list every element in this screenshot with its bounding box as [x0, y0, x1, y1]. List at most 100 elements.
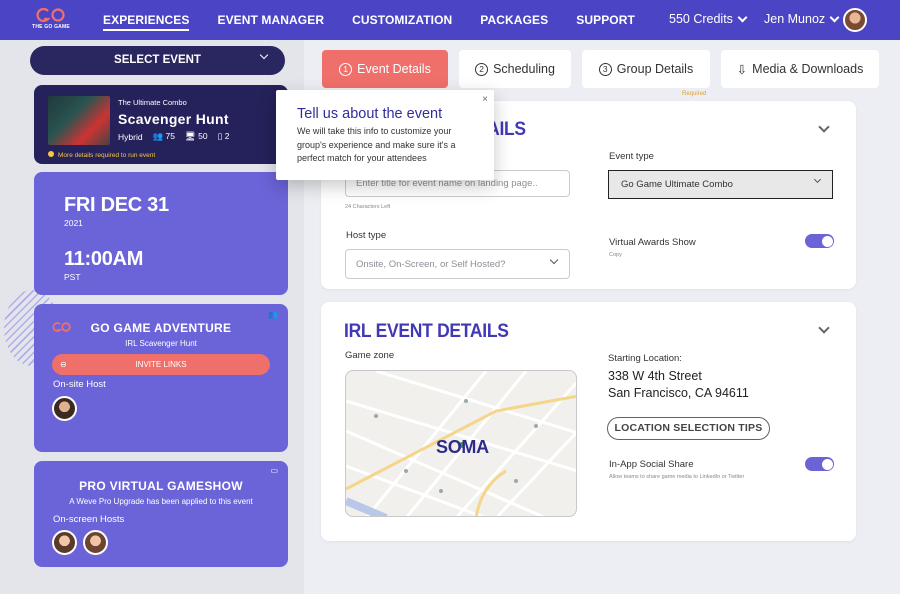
- go-game-logo[interactable]: THE GO GAME: [30, 7, 72, 35]
- nav-packages[interactable]: PACKAGES: [480, 13, 548, 31]
- chevron-down-icon: [813, 175, 822, 184]
- toggle-knob: [821, 458, 833, 470]
- chevron-down-icon: [737, 12, 748, 22]
- event-day: FRI DEC 31: [64, 194, 169, 216]
- step-number: 1: [339, 62, 353, 76]
- top-nav-bar: THE GO GAME EXPERIENCES EVENT MANAGER CU…: [0, 0, 900, 40]
- adventure-card[interactable]: 👥 GO GAME ADVENTURE IRL Scavenger Hunt ⊖…: [34, 304, 288, 452]
- chevron-down-icon[interactable]: [818, 322, 830, 334]
- nav-support[interactable]: SUPPORT: [576, 13, 635, 31]
- adventure-title: GO GAME ADVENTURE: [90, 321, 232, 335]
- people-icon: 👥: [152, 131, 164, 141]
- logo-text: THE GO GAME: [32, 24, 70, 30]
- host-label: On-site Host: [53, 379, 106, 390]
- chevron-down-icon: [829, 12, 840, 22]
- tab-label: Media & Downloads: [752, 62, 864, 76]
- zone-name: SOMA: [436, 437, 489, 457]
- warning-icon: [48, 151, 54, 157]
- event-thumbnail: [48, 96, 110, 145]
- tab-label: Scheduling: [493, 62, 555, 76]
- characters-left: 24 Characters Left: [345, 204, 391, 210]
- screens-count: 🖥 50: [185, 131, 208, 142]
- host-avatar[interactable]: [52, 396, 77, 421]
- rooms-count: ▯ 2: [218, 131, 230, 142]
- social-share-toggle[interactable]: [805, 457, 834, 471]
- screens-value: 50: [198, 131, 208, 141]
- required-note: Required: [682, 91, 707, 97]
- invite-links-button[interactable]: ⊖ INVITE LINKS: [52, 354, 270, 375]
- tab-group-details[interactable]: 3 Group Details: [582, 50, 710, 88]
- event-type-label: Event type: [609, 151, 654, 162]
- host-avatar[interactable]: [83, 530, 108, 555]
- chevron-down-icon: [549, 255, 559, 265]
- event-type-select[interactable]: Go Game Ultimate Combo: [608, 170, 833, 199]
- game-zone-map[interactable]: SOMA: [345, 370, 577, 517]
- toggle-knob: [821, 235, 833, 247]
- event-time: 11:00AM: [64, 248, 144, 270]
- chevron-down-icon: [259, 50, 269, 60]
- awards-sub: Copy: [609, 252, 622, 258]
- download-icon: ⇩: [736, 62, 748, 77]
- tab-event-details[interactable]: 1 Event Details: [322, 50, 448, 88]
- event-meta: Hybrid 👥 75 🖥 50 ▯ 2: [118, 131, 229, 142]
- link-icon: ⊖: [60, 360, 67, 369]
- social-share-sub: Allow teams to share game media to Linke…: [609, 474, 745, 480]
- tv-icon: ▭: [270, 466, 278, 475]
- tooltip-title: Tell us about the event: [297, 106, 443, 122]
- invite-links-label: INVITE LINKS: [135, 360, 187, 369]
- adventure-subtitle: IRL Scavenger Hunt: [125, 339, 197, 348]
- tab-scheduling[interactable]: 2 Scheduling: [459, 50, 571, 88]
- user-name: Jen Munoz: [764, 12, 826, 26]
- event-mode: Hybrid: [118, 131, 143, 142]
- pro-title: PRO VIRTUAL GAMESHOW: [79, 479, 243, 493]
- event-title: Scavenger Hunt: [118, 111, 229, 127]
- main-nav: EXPERIENCES EVENT MANAGER CUSTOMIZATION …: [103, 13, 663, 31]
- tab-media-downloads[interactable]: ⇩ Media & Downloads: [721, 50, 879, 88]
- pro-subtitle: A Weve Pro Upgrade has been applied to t…: [69, 497, 253, 506]
- host-avatar[interactable]: [52, 530, 77, 555]
- game-zone-label: Game zone: [345, 350, 395, 361]
- host-type-select[interactable]: Onsite, On-Screen, or Self Hosted?: [345, 249, 570, 279]
- chevron-down-icon[interactable]: [818, 121, 830, 133]
- event-year: 2021: [64, 218, 83, 228]
- host-type-placeholder: Onsite, On-Screen, or Self Hosted?: [356, 258, 506, 270]
- credits-dropdown[interactable]: 550 Credits: [669, 12, 748, 26]
- starting-address: 338 W 4th Street San Francisco, CA 94611: [608, 368, 749, 402]
- event-subtitle: The Ultimate Combo: [118, 98, 187, 107]
- social-share-label: In-App Social Share: [609, 459, 694, 470]
- event-type-value: Go Game Ultimate Combo: [621, 179, 733, 190]
- step-number: 2: [475, 62, 489, 76]
- user-avatar[interactable]: [843, 8, 867, 32]
- players-count: 👥 75: [153, 131, 175, 142]
- group-icon: 👥: [268, 310, 278, 319]
- step-number: 3: [598, 62, 612, 76]
- nav-event-manager[interactable]: EVENT MANAGER: [217, 13, 324, 31]
- screen-icon: 🖥: [185, 131, 196, 141]
- event-timezone: PST: [64, 272, 81, 282]
- warning-note: More details required to run event: [48, 151, 155, 159]
- pro-gameshow-card[interactable]: ▭ PRO VIRTUAL GAMESHOW A Weve Pro Upgrad…: [34, 461, 288, 567]
- rooms-value: 2: [224, 131, 230, 141]
- user-menu[interactable]: Jen Munoz: [764, 12, 840, 26]
- tooltip-body: We will take this info to customize your…: [297, 126, 456, 163]
- close-icon[interactable]: ×: [482, 94, 488, 105]
- nav-customization[interactable]: CUSTOMIZATION: [352, 13, 452, 31]
- players-value: 75: [165, 131, 175, 141]
- tab-label: Group Details: [616, 62, 694, 76]
- awards-label: Virtual Awards Show: [609, 237, 696, 248]
- warning-text: More details required to run event: [58, 152, 156, 159]
- starting-location-label: Starting Location:: [608, 353, 682, 364]
- current-event-card[interactable]: The Ultimate Combo Scavenger Hunt Hybrid…: [34, 85, 288, 164]
- select-event-dropdown[interactable]: SELECT EVENT: [30, 46, 285, 75]
- address-line-2: San Francisco, CA 94611: [608, 386, 749, 400]
- door-icon: ▯: [217, 131, 223, 141]
- tab-label: Event Details: [357, 62, 431, 76]
- select-event-label: SELECT EVENT: [114, 54, 201, 66]
- nav-experiences[interactable]: EXPERIENCES: [103, 13, 190, 31]
- awards-toggle[interactable]: [805, 234, 834, 248]
- logo-icon: [36, 7, 65, 23]
- location-tips-button[interactable]: LOCATION SELECTION TIPS: [607, 417, 770, 440]
- address-line-1: 338 W 4th Street: [608, 369, 702, 383]
- date-time-card[interactable]: FRI DEC 31 2021 11:00AM PST: [34, 172, 288, 295]
- event-info-tooltip: × Tell us about the event We will take t…: [276, 90, 494, 180]
